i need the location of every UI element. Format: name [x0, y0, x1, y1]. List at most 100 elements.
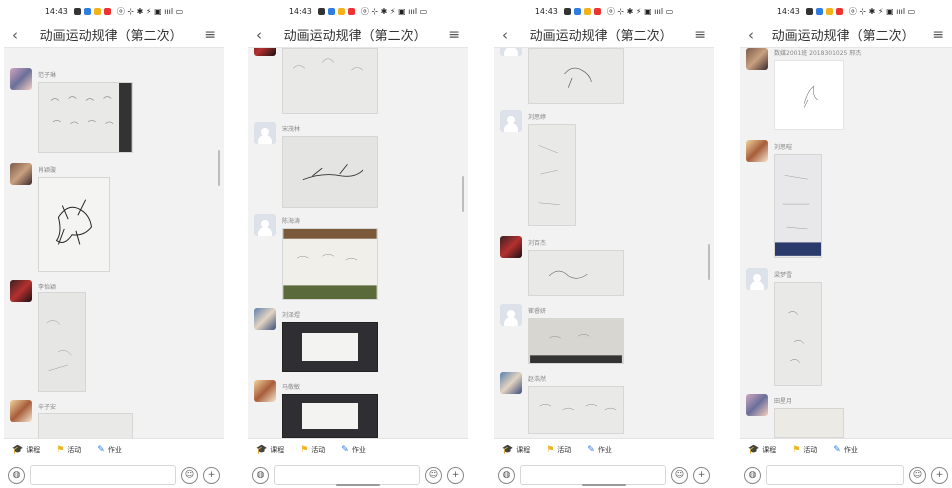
avatar[interactable] — [10, 400, 32, 422]
avatar[interactable] — [10, 163, 32, 185]
home-indicator — [582, 484, 626, 486]
tab-activity[interactable]: ⚑ 活动 — [792, 445, 817, 455]
menu-icon[interactable]: ≡ — [204, 27, 216, 43]
flag-icon: ⚑ — [792, 445, 801, 455]
avatar[interactable] — [254, 214, 276, 236]
sender-name: 梁梦雪 — [774, 272, 793, 279]
pencil-icon: ✎ — [587, 445, 595, 455]
message-feed[interactable]: 数媒2001班 2018301025 邢杰 刘思暄 梁梦雪 田星月 — [740, 48, 952, 438]
plus-icon[interactable]: + — [693, 466, 710, 484]
avatar[interactable] — [746, 48, 768, 70]
avatar[interactable] — [254, 308, 276, 330]
avatar[interactable] — [500, 236, 522, 258]
menu-icon[interactable]: ≡ — [694, 27, 706, 43]
chat-title: 动画运动规律（第二次） — [39, 29, 183, 44]
sender-name: 辛子安 — [38, 404, 57, 411]
status-bar: 14:43 ⓞ ⊹ ✱ ⚡ ▣ ıııl ▭ — [740, 0, 952, 22]
sender-name: 肖颖璇 — [38, 167, 57, 174]
scrollbar[interactable] — [708, 244, 710, 280]
photo-attachment[interactable] — [528, 48, 624, 104]
avatar[interactable] — [500, 372, 522, 394]
feature-tabs: 🎓 课程 ⚑ 活动 ✎ 作业 — [4, 439, 224, 461]
status-time: 14:43 — [776, 6, 800, 16]
graduation-cap-icon: 🎓 — [256, 445, 268, 455]
photo-attachment[interactable] — [282, 394, 378, 438]
graduation-cap-icon: 🎓 — [502, 445, 514, 455]
plus-icon[interactable]: + — [203, 466, 220, 484]
plus-icon[interactable]: + — [447, 466, 464, 484]
status-time: 14:43 — [44, 6, 68, 16]
photo-attachment[interactable] — [528, 250, 624, 296]
tab-homework[interactable]: ✎ 作业 — [341, 445, 366, 455]
scrollbar[interactable] — [218, 150, 220, 186]
emoji-icon[interactable]: ☺ — [425, 466, 442, 484]
photo-attachment[interactable] — [774, 408, 844, 438]
tab-homework[interactable]: ✎ 作业 — [833, 445, 858, 455]
chevron-left-icon[interactable]: ‹ — [748, 26, 754, 44]
photo-attachment[interactable] — [282, 322, 378, 372]
message-input[interactable] — [30, 465, 176, 485]
voice-icon[interactable]: ◍ — [252, 466, 269, 484]
message-feed[interactable]: 宋茂林 陈海涛 刘泽煜 马敬敏 — [248, 48, 468, 438]
message-input[interactable] — [766, 465, 904, 485]
tab-activity[interactable]: ⚑ 活动 — [56, 445, 81, 455]
scrollbar[interactable] — [462, 176, 464, 212]
avatar[interactable] — [254, 380, 276, 402]
avatar[interactable] — [500, 48, 522, 56]
avatar[interactable] — [10, 68, 32, 90]
message-feed[interactable]: 刘思婷 刘百杰 崔睿妍 赵浩然 — [494, 48, 714, 438]
sender-name: 刘百杰 — [528, 240, 547, 247]
voice-icon[interactable]: ◍ — [8, 466, 25, 484]
tab-activity[interactable]: ⚑ 活动 — [300, 445, 325, 455]
photo-attachment[interactable] — [38, 177, 110, 272]
avatar[interactable] — [10, 280, 32, 302]
menu-icon[interactable]: ≡ — [932, 27, 944, 43]
photo-attachment[interactable] — [774, 154, 822, 258]
avatar[interactable] — [500, 304, 522, 326]
home-indicator — [336, 484, 380, 486]
photo-attachment[interactable] — [282, 228, 378, 300]
tab-homework[interactable]: ✎ 作业 — [587, 445, 612, 455]
emoji-icon[interactable]: ☺ — [909, 466, 926, 484]
photo-attachment[interactable] — [528, 124, 576, 226]
photo-attachment[interactable] — [38, 292, 86, 392]
photo-attachment[interactable] — [528, 318, 624, 364]
avatar[interactable] — [746, 394, 768, 416]
avatar[interactable] — [746, 268, 768, 290]
sender-name: 刘泽煜 — [282, 312, 301, 319]
chevron-left-icon[interactable]: ‹ — [502, 26, 508, 44]
tab-homework[interactable]: ✎ 作业 — [97, 445, 122, 455]
voice-icon[interactable]: ◍ — [744, 466, 761, 484]
message-feed[interactable]: 范子琳 肖颖璇 李怡颖 辛子安 — [4, 48, 224, 438]
photo-attachment[interactable] — [282, 136, 378, 208]
tab-course[interactable]: 🎓 课程 — [256, 445, 284, 455]
emoji-icon[interactable]: ☺ — [181, 466, 198, 484]
tab-course[interactable]: 🎓 课程 — [502, 445, 530, 455]
bottom-toolbar: 🎓 课程 ⚑ 活动 ✎ 作业 ◍ ☺ + — [740, 438, 952, 488]
plus-icon[interactable]: + — [931, 466, 948, 484]
tab-course[interactable]: 🎓 课程 — [12, 445, 40, 455]
status-app-icons — [73, 7, 111, 15]
photo-attachment[interactable] — [38, 413, 133, 438]
chat-title: 动画运动规律（第二次） — [283, 29, 427, 44]
avatar[interactable] — [500, 110, 522, 132]
avatar[interactable] — [254, 122, 276, 144]
message-input[interactable] — [274, 465, 420, 485]
chevron-left-icon[interactable]: ‹ — [12, 26, 18, 44]
menu-icon[interactable]: ≡ — [448, 27, 460, 43]
emoji-icon[interactable]: ☺ — [671, 466, 688, 484]
avatar[interactable] — [254, 48, 276, 56]
tab-activity[interactable]: ⚑ 活动 — [546, 445, 571, 455]
photo-attachment[interactable] — [774, 282, 822, 386]
message-input[interactable] — [520, 465, 666, 485]
avatar[interactable] — [746, 140, 768, 162]
screenshot-collage: 14:43 ⓞ ⊹ ✱ ⚡ ▣ ıııl ▭ ‹ 动画运动规律（第二次） ≡ 范… — [0, 0, 952, 488]
voice-icon[interactable]: ◍ — [498, 466, 515, 484]
photo-attachment[interactable] — [528, 386, 624, 434]
tab-course[interactable]: 🎓 课程 — [748, 445, 776, 455]
chevron-left-icon[interactable]: ‹ — [256, 26, 262, 44]
chat-header: ‹ 动画运动规律（第二次） ≡ — [4, 22, 224, 48]
photo-attachment[interactable] — [282, 48, 378, 114]
photo-attachment[interactable] — [774, 60, 844, 130]
photo-attachment[interactable] — [38, 82, 133, 153]
